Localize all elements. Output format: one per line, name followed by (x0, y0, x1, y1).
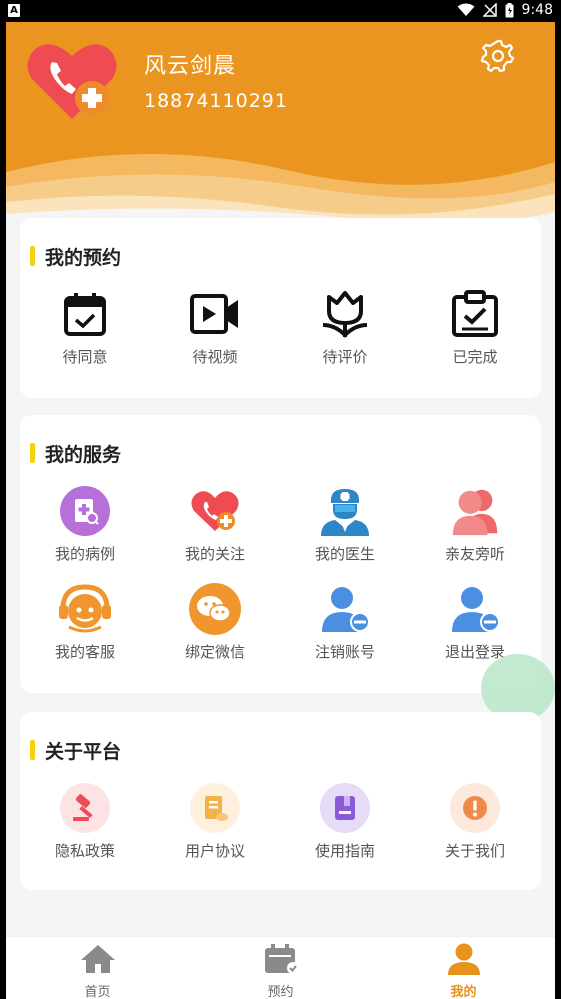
clipboard-check-icon (452, 290, 498, 337)
doctor-icon (321, 489, 369, 536)
user-phone: 18874110291 (144, 90, 288, 112)
appointment-pending-review-label: 待评价 (322, 348, 368, 366)
service-following-label: 我的关注 (184, 545, 245, 563)
platform-about-us[interactable]: 关于我们 (410, 780, 540, 864)
app-notification-icon: A (8, 4, 20, 17)
services-title-text: 我的服务 (45, 443, 122, 466)
agreement-icon (205, 796, 228, 821)
platform-title-text: 关于平台 (45, 740, 122, 763)
title-accent-bar (30, 443, 35, 463)
service-my-doctor-label: 我的医生 (314, 545, 375, 563)
title-accent-bar (30, 740, 35, 760)
header-wave-decoration (6, 153, 555, 222)
appointment-pending-review[interactable]: 待评价 (280, 286, 410, 370)
wifi-icon (457, 3, 475, 16)
service-following[interactable]: 我的关注 (150, 483, 280, 567)
tulip-icon (322, 291, 368, 338)
appointment-completed-label: 已完成 (452, 348, 498, 366)
user-icon (448, 943, 480, 975)
service-family-listen-label: 亲友旁听 (444, 545, 505, 563)
service-customer-support[interactable]: 我的客服 (20, 581, 150, 665)
calendar-icon (265, 944, 299, 974)
guide-book-icon (335, 796, 355, 820)
profile-screen: 风云剑晨 18874110291 我的预约 待同意 待视频 待评价 已完成 我的… (6, 22, 555, 999)
medical-record-icon (75, 499, 99, 525)
battery-icon (505, 2, 514, 17)
service-my-doctor[interactable]: 我的医生 (280, 483, 410, 567)
appointment-completed[interactable]: 已完成 (410, 286, 540, 370)
user-remove-icon (322, 587, 370, 632)
appointment-pending-video-label: 待视频 (192, 348, 238, 366)
user-name: 风云剑晨 (144, 54, 237, 79)
service-customer-support-label: 我的客服 (54, 643, 115, 661)
no-signal-icon (482, 3, 497, 17)
service-logout[interactable]: 退出登录 (410, 581, 540, 665)
tab-appointments-label: 预约 (267, 985, 294, 999)
service-delete-account-label: 注销账号 (314, 643, 375, 661)
services-card: 我的服务 我的病例 我的关注 我的医生 亲友旁听 我的客服 绑定微信 注销账号 … (20, 415, 541, 693)
tab-mine[interactable]: 我的 (372, 937, 555, 999)
appointments-title-text: 我的预约 (45, 246, 122, 269)
tab-home-label: 首页 (84, 985, 111, 999)
family-icon (452, 489, 498, 536)
appointments-card: 我的预约 待同意 待视频 待评价 已完成 (20, 218, 541, 398)
platform-user-guide[interactable]: 使用指南 (280, 780, 410, 864)
platform-title: 关于平台 (30, 738, 122, 763)
service-bind-wechat-label: 绑定微信 (184, 643, 245, 661)
profile-header: 风云剑晨 18874110291 (6, 22, 555, 222)
tab-mine-label: 我的 (450, 985, 477, 999)
logout-user-icon (452, 587, 500, 632)
platform-user-agreement-label: 用户协议 (184, 842, 245, 860)
service-medical-records-label: 我的病例 (54, 545, 115, 563)
platform-user-guide-label: 使用指南 (314, 842, 375, 860)
status-bar: A 9:48 (0, 0, 561, 22)
clock: 9:48 (521, 2, 553, 18)
platform-about-us-label: 关于我们 (444, 842, 505, 860)
wechat-icon (189, 583, 241, 635)
service-family-listen[interactable]: 亲友旁听 (410, 483, 540, 567)
appointments-title: 我的预约 (30, 244, 122, 269)
tab-home[interactable]: 首页 (6, 937, 189, 999)
info-icon (463, 796, 487, 820)
heart-plus-icon (191, 491, 239, 531)
platform-privacy-policy-label: 隐私政策 (54, 842, 115, 860)
appointment-pending-approval-label: 待同意 (62, 348, 108, 366)
service-bind-wechat[interactable]: 绑定微信 (150, 581, 280, 665)
calendar-check-icon (64, 293, 106, 336)
gear-icon[interactable] (480, 38, 516, 74)
service-medical-records[interactable]: 我的病例 (20, 483, 150, 567)
tab-appointments[interactable]: 预约 (189, 937, 372, 999)
appointment-pending-approval[interactable]: 待同意 (20, 286, 150, 370)
platform-user-agreement[interactable]: 用户协议 (150, 780, 280, 864)
title-accent-bar (30, 246, 35, 266)
platform-card: 关于平台 隐私政策 用户协议 使用指南 关于我们 (20, 712, 541, 890)
avatar[interactable] (22, 34, 122, 124)
customer-service-icon (59, 584, 111, 633)
services-title: 我的服务 (30, 441, 122, 466)
appointment-pending-video[interactable]: 待视频 (150, 286, 280, 370)
video-icon (190, 294, 238, 334)
platform-privacy-policy[interactable]: 隐私政策 (20, 780, 150, 864)
service-delete-account[interactable]: 注销账号 (280, 581, 410, 665)
bottom-tab-bar: 首页 预约 我的 (6, 936, 555, 999)
home-icon (81, 945, 115, 973)
gavel-icon (73, 794, 93, 821)
